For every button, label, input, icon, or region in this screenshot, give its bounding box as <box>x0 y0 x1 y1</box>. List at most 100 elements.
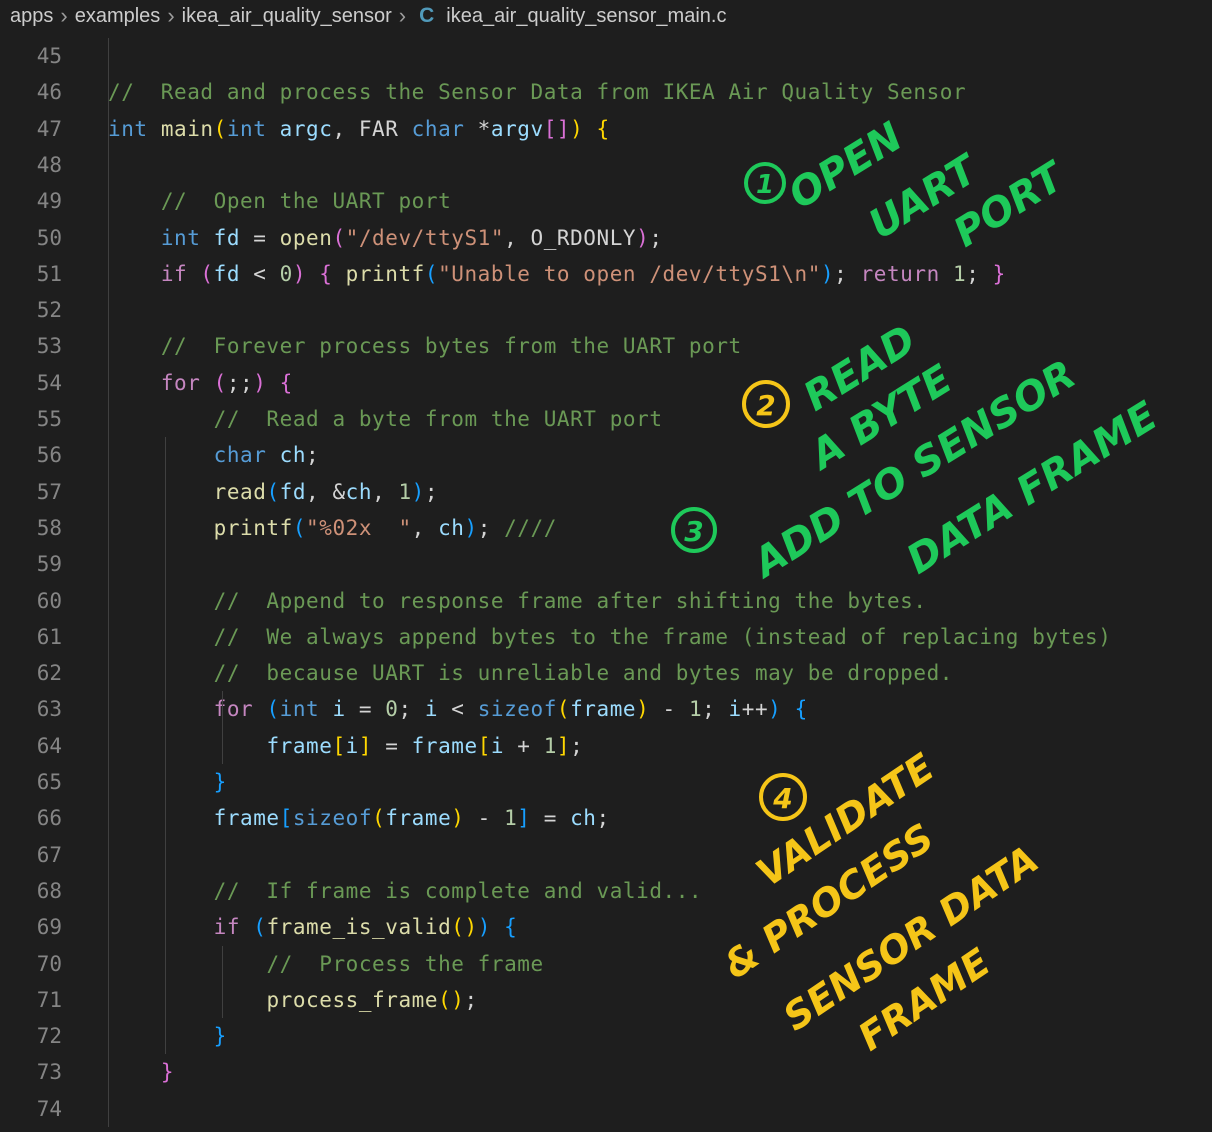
code-token: ; <box>398 697 425 722</box>
chevron-right-icon: › <box>60 3 68 28</box>
code-token: ( <box>332 225 346 250</box>
code-line[interactable]: 61 // We always append bytes to the fram… <box>0 619 1212 655</box>
line-number: 64 <box>36 733 62 758</box>
code-token: if <box>160 261 188 286</box>
code-line[interactable]: 45 <box>0 38 1212 74</box>
code-token: "Unable to open /dev/ttyS1\n" <box>438 261 821 286</box>
line-number: 58 <box>36 515 62 540</box>
code-token: ( <box>292 515 307 540</box>
line-number: 57 <box>36 479 62 504</box>
code-text: char ch; <box>108 437 319 473</box>
code-line[interactable]: 65 } <box>0 764 1212 800</box>
code-line[interactable]: 57 read(fd, &ch, 1); <box>0 474 1212 510</box>
code-token: ) <box>292 261 307 286</box>
code-token: ; <box>834 261 861 286</box>
code-token: () <box>438 987 465 1012</box>
code-token: ;; <box>226 370 254 395</box>
code-token: frame <box>570 697 637 722</box>
code-text: } <box>108 1054 174 1090</box>
code-token: () <box>451 915 478 940</box>
code-line[interactable]: 55 // Read a byte from the UART port <box>0 401 1212 437</box>
code-text: int fd = open("/dev/ttyS1", O_RDONLY); <box>108 220 663 256</box>
code-text: // We always append bytes to the frame (… <box>108 619 1111 655</box>
code-token: { <box>279 370 293 395</box>
code-line[interactable]: 74 <box>0 1091 1212 1127</box>
breadcrumb: apps › examples › ikea_air_quality_senso… <box>0 0 1212 32</box>
code-token: ; <box>570 733 584 758</box>
code-token: , <box>372 479 399 504</box>
code-text: // Forever process bytes from the UART p… <box>108 328 742 364</box>
code-line[interactable]: 54 for (;;) { <box>0 365 1212 401</box>
code-token: fd <box>279 479 307 504</box>
code-line[interactable]: 72 } <box>0 1018 1212 1054</box>
code-line[interactable]: 49 // Open the UART port <box>0 183 1212 219</box>
code-line[interactable]: 59 <box>0 546 1212 582</box>
code-token: fd <box>213 261 241 286</box>
code-line[interactable]: 48 <box>0 147 1212 183</box>
code-token: int <box>160 225 201 250</box>
code-line[interactable]: 52 <box>0 292 1212 328</box>
code-line[interactable]: 62 // because UART is unreliable and byt… <box>0 655 1212 691</box>
breadcrumb-item-examples[interactable]: examples <box>75 5 161 28</box>
line-number: 52 <box>36 298 62 323</box>
code-line[interactable]: 66 frame[sizeof(frame) - 1] = ch; <box>0 800 1212 836</box>
code-line[interactable]: 56 char ch; <box>0 437 1212 473</box>
code-token: frame <box>411 733 478 758</box>
code-editor[interactable]: 45 46 // Read and process the Sensor Data … <box>0 38 1212 1132</box>
code-line[interactable]: 50 int fd = open("/dev/ttyS1", O_RDONLY)… <box>0 220 1212 256</box>
code-text: } <box>108 764 227 800</box>
code-token: // because UART is unreliable and bytes … <box>213 661 953 686</box>
code-token: ; <box>596 806 610 831</box>
line-number: 54 <box>36 370 62 395</box>
line-number: 73 <box>36 1060 62 1085</box>
line-number: 46 <box>36 80 62 105</box>
code-token: ( <box>266 697 280 722</box>
code-line[interactable]: 68 // If frame is complete and valid... <box>0 873 1212 909</box>
code-line[interactable]: 64 frame[i] = frame[i + 1]; <box>0 728 1212 764</box>
line-number: 65 <box>36 770 62 794</box>
code-token: argc <box>279 116 333 141</box>
code-text: for (;;) { <box>108 365 293 401</box>
code-line[interactable]: 67 <box>0 837 1212 873</box>
code-token: ) <box>451 806 465 831</box>
code-line[interactable]: 46 // Read and process the Sensor Data fr… <box>0 74 1212 110</box>
breadcrumb-item-folder[interactable]: ikea_air_quality_sensor <box>182 5 392 28</box>
code-line[interactable]: 73 } <box>0 1054 1212 1090</box>
code-token: open <box>279 225 333 250</box>
code-text: // Read and process the Sensor Data from… <box>108 74 966 110</box>
code-token: 1 <box>688 697 703 722</box>
code-token: } <box>213 770 227 794</box>
code-line[interactable]: 51 if (fd < 0) { printf("Unable to open … <box>0 256 1212 292</box>
code-token: ( <box>213 370 227 395</box>
code-line[interactable]: 53 // Forever process bytes from the UAR… <box>0 328 1212 364</box>
line-number: 55 <box>36 407 62 431</box>
code-text: if (frame_is_valid()) { <box>108 909 517 945</box>
code-token: read <box>213 479 267 504</box>
code-token: char <box>213 443 267 468</box>
code-line[interactable]: 60 // Append to response frame after shi… <box>0 583 1212 619</box>
code-token: i <box>332 697 346 722</box>
code-token: = <box>372 733 412 758</box>
code-line[interactable]: 58 printf("%02x ", ch); //// <box>0 510 1212 546</box>
code-token: frame_is_valid <box>266 915 452 940</box>
code-line[interactable]: 47 int main(int argc, FAR char *argv[]) { <box>0 111 1212 147</box>
breadcrumb-item-file[interactable]: ikea_air_quality_sensor_main.c <box>446 5 726 28</box>
code-line[interactable]: 63 for (int i = 0; i < sizeof(frame) - 1… <box>0 691 1212 727</box>
code-token: ; <box>306 443 320 468</box>
code-line[interactable]: 70 // Process the frame <box>0 946 1212 982</box>
code-token: frame <box>385 806 452 831</box>
code-line[interactable]: 71 process_frame(); <box>0 982 1212 1018</box>
code-token: process_frame <box>266 987 439 1012</box>
code-token: ; <box>966 261 993 286</box>
code-line[interactable]: 69 if (frame_is_valid()) { <box>0 909 1212 945</box>
breadcrumb-item-apps[interactable]: apps <box>10 5 53 28</box>
line-number: 74 <box>36 1096 62 1121</box>
